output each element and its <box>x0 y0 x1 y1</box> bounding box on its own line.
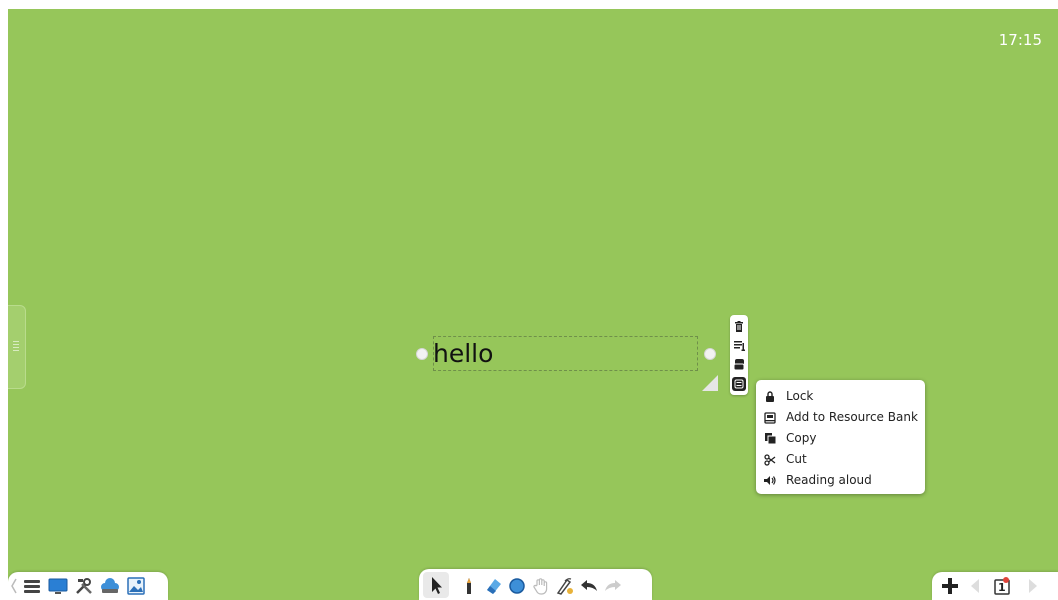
clock: 17:15 <box>998 31 1042 49</box>
layer-icon[interactable] <box>732 357 746 371</box>
hand-icon[interactable] <box>531 576 551 596</box>
page-number: 1 <box>998 581 1006 594</box>
bottom-left-toolbar <box>8 572 168 600</box>
tools-icon[interactable] <box>74 576 94 596</box>
lock-icon <box>764 391 776 403</box>
speaker-icon <box>764 475 776 487</box>
add-page-icon[interactable] <box>940 576 960 596</box>
text-format-icon[interactable] <box>732 338 746 352</box>
text-object-content[interactable]: hello <box>433 337 493 371</box>
resource-bank-icon <box>764 412 776 424</box>
trash-icon[interactable] <box>732 319 746 333</box>
redo-icon[interactable] <box>603 576 623 596</box>
bottom-center-toolbar <box>419 569 652 600</box>
undo-icon[interactable] <box>579 576 599 596</box>
resize-handle[interactable] <box>702 375 718 391</box>
side-panel-handle[interactable] <box>8 305 26 389</box>
image-icon[interactable] <box>126 576 146 596</box>
magic-pen-icon[interactable] <box>555 576 575 596</box>
bottom-right-toolbar: 1 <box>932 572 1058 600</box>
collapse-left-icon[interactable] <box>10 576 18 596</box>
menu-item-reading-aloud[interactable]: Reading aloud <box>756 471 925 491</box>
menu-item-lock[interactable]: Lock <box>756 387 925 407</box>
text-object[interactable]: hello <box>433 336 698 371</box>
select-icon[interactable] <box>423 572 449 598</box>
rotate-handle-left[interactable] <box>416 348 428 360</box>
object-toolbar <box>730 315 748 395</box>
eraser-icon[interactable] <box>483 576 503 596</box>
whiteboard-canvas[interactable]: 17:15 hello Lock Add to Resource Bank Co… <box>8 9 1058 600</box>
menu-item-cut[interactable]: Cut <box>756 450 925 470</box>
menu-item-copy[interactable]: Copy <box>756 429 925 449</box>
grip-icon <box>13 341 19 353</box>
menu-item-add-to-resource-bank[interactable]: Add to Resource Bank <box>756 408 925 428</box>
rotate-handle-right[interactable] <box>704 348 716 360</box>
prev-page-icon[interactable] <box>966 576 986 596</box>
scissors-icon <box>764 454 776 466</box>
page-icon[interactable]: 1 <box>992 576 1012 596</box>
screen-icon[interactable] <box>48 576 68 596</box>
menu-icon[interactable] <box>22 576 42 596</box>
next-page-icon[interactable] <box>1022 576 1042 596</box>
copy-icon <box>764 433 776 445</box>
pen-icon[interactable] <box>459 576 479 596</box>
cloud-icon[interactable] <box>100 576 120 596</box>
context-menu: Lock Add to Resource Bank Copy Cut Readi… <box>756 380 925 494</box>
menu-icon[interactable] <box>732 377 746 391</box>
shape-icon[interactable] <box>507 576 527 596</box>
